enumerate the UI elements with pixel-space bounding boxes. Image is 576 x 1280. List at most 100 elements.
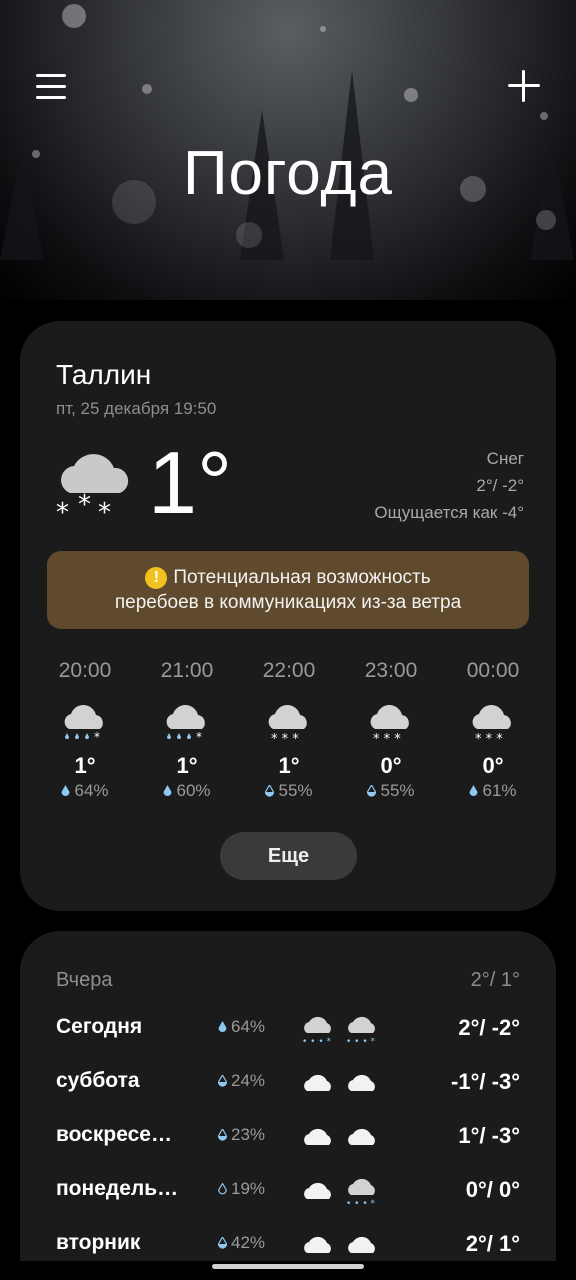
day-precipitation: 24% bbox=[218, 1071, 265, 1091]
day-temp: 2°/ -2° bbox=[458, 1015, 520, 1040]
svg-text:• • • *: • • • * bbox=[346, 1037, 376, 1045]
svg-text:*: * bbox=[56, 498, 69, 525]
snowflake-bokeh bbox=[142, 84, 152, 94]
day-name: понедель… bbox=[56, 1177, 179, 1200]
cloud-snow-icon: * * * bbox=[442, 689, 544, 747]
day-precipitation: 64% bbox=[218, 1017, 265, 1037]
city-name: Таллин bbox=[56, 359, 152, 390]
day-temp: 1°/ -3° bbox=[458, 1123, 520, 1148]
day-name: суббота bbox=[56, 1069, 140, 1092]
raindrop-icon bbox=[218, 1021, 227, 1032]
cloud-icon bbox=[344, 1121, 380, 1158]
raindrop-outline-icon bbox=[218, 1183, 227, 1195]
day-precipitation: 23% bbox=[218, 1125, 265, 1145]
hour-time: 20:00 bbox=[58, 659, 112, 682]
feels-like: Ощущается как -4° bbox=[374, 503, 524, 522]
svg-text:• • • *: • • • * bbox=[346, 1199, 376, 1207]
cloud-snow-rain-icon: • • • * bbox=[344, 1175, 380, 1212]
cloud-icon bbox=[300, 1121, 336, 1158]
hour-precipitation: 61% bbox=[442, 781, 544, 801]
cloud-snow-rain-icon: • • • * bbox=[344, 1013, 380, 1050]
weather-alert-banner[interactable]: ! Потенциальная возможность перебоев в ко… bbox=[47, 551, 529, 629]
menu-button[interactable] bbox=[36, 72, 66, 102]
raindrop-half-icon bbox=[218, 1075, 227, 1087]
cloud-snow-icon: * * * bbox=[52, 449, 138, 530]
hour-time: 21:00 bbox=[160, 659, 214, 682]
day-name: вторник bbox=[56, 1231, 141, 1254]
daily-forecast-card: Вчера 2°/ 1° Сегодня 64% • • • * • • • *… bbox=[20, 931, 556, 1261]
hour-pop-value: 64% bbox=[74, 781, 109, 800]
hour-temp: 1° bbox=[176, 753, 198, 778]
day-row[interactable]: понедель… 19% • • • * 0°/ 0° bbox=[20, 1165, 556, 1219]
cloud-icon bbox=[300, 1175, 336, 1212]
home-gesture-bar[interactable] bbox=[212, 1264, 364, 1269]
day-temp: 2°/ 1° bbox=[465, 1231, 520, 1256]
hour-time: 00:00 bbox=[466, 659, 520, 682]
day-row[interactable]: воскресе… 23% 1°/ -3° bbox=[20, 1111, 556, 1165]
day-pop-value: 64% bbox=[231, 1017, 266, 1036]
current-temperature: 1° bbox=[148, 433, 233, 532]
day-temp: -1°/ -3° bbox=[451, 1069, 520, 1094]
hourly-forecast: 20:00 * 1° 64% 21:00 * 1° 60% 22:00 * * … bbox=[34, 659, 544, 801]
condition-text: Снег bbox=[486, 449, 524, 468]
hourly-item: 21:00 * 1° 60% bbox=[136, 659, 238, 801]
cloud-snow-rain-icon: * bbox=[136, 689, 238, 747]
day-row[interactable]: вторник 42% 2°/ 1° bbox=[20, 1219, 556, 1261]
current-weather-card[interactable]: Таллин пт, 25 декабря 19:50 * * * 1° Сне… bbox=[20, 321, 556, 911]
hour-temp: 1° bbox=[278, 753, 300, 778]
day-precipitation: 19% bbox=[218, 1179, 265, 1199]
hour-temp: 0° bbox=[380, 753, 402, 778]
app-title: Погода bbox=[182, 139, 394, 208]
high-low-temp: 2°/ -2° bbox=[476, 476, 524, 495]
hour-time: 23:00 bbox=[364, 659, 418, 682]
yesterday-temp: 2°/ 1° bbox=[470, 969, 520, 991]
raindrop-half-icon bbox=[265, 785, 275, 797]
snowflake-bokeh bbox=[540, 112, 548, 120]
hour-precipitation: 60% bbox=[136, 781, 238, 801]
day-name: Сегодня bbox=[56, 1015, 143, 1038]
snowflake-bokeh bbox=[404, 88, 418, 102]
hour-temp: 0° bbox=[482, 753, 504, 778]
svg-text:*: * bbox=[98, 498, 111, 525]
hour-precipitation: 64% bbox=[34, 781, 136, 801]
yesterday-label: Вчера bbox=[56, 969, 113, 991]
day-row[interactable]: суббота 24% -1°/ -3° bbox=[20, 1057, 556, 1111]
hourly-item: 22:00 * * * 1° 55% bbox=[238, 659, 340, 801]
day-row[interactable]: Сегодня 64% • • • * • • • * 2°/ -2° bbox=[20, 1003, 556, 1057]
alert-line-2: перебоев в коммуникациях из-за ветра bbox=[114, 592, 462, 613]
alert-line-1: Потенциальная возможность bbox=[173, 567, 431, 588]
day-name: воскресе… bbox=[56, 1123, 172, 1146]
hamburger-menu-line bbox=[36, 96, 66, 99]
hour-temp: 1° bbox=[74, 753, 96, 778]
day-pop-value: 24% bbox=[231, 1071, 266, 1090]
hour-pop-value: 61% bbox=[482, 781, 517, 800]
cloud-snow-rain-icon: • • • * bbox=[300, 1013, 336, 1050]
cloud-snow-icon: * * * bbox=[238, 689, 340, 747]
day-pop-value: 42% bbox=[231, 1233, 266, 1252]
current-datetime: пт, 25 декабря 19:50 bbox=[56, 399, 217, 418]
cloud-icon bbox=[300, 1229, 336, 1261]
warning-icon: ! bbox=[145, 567, 168, 589]
snowflake-bokeh bbox=[536, 210, 556, 230]
hamburger-menu-line bbox=[36, 85, 66, 88]
snowflake-bokeh bbox=[62, 4, 86, 28]
hour-precipitation: 55% bbox=[238, 781, 340, 801]
hour-pop-value: 60% bbox=[176, 781, 211, 800]
raindrop-half-icon bbox=[218, 1129, 227, 1141]
hour-time: 22:00 bbox=[262, 659, 316, 682]
cloud-snow-rain-icon: * bbox=[34, 689, 136, 747]
cloud-icon bbox=[344, 1067, 380, 1104]
svg-text:*: * bbox=[196, 730, 202, 743]
raindrop-icon bbox=[469, 785, 478, 796]
svg-text:*: * bbox=[94, 730, 100, 743]
hour-pop-value: 55% bbox=[380, 781, 415, 800]
add-location-button[interactable] bbox=[506, 68, 542, 104]
raindrop-half-icon bbox=[367, 785, 377, 797]
snowflake-bokeh bbox=[320, 26, 326, 32]
hourly-item: 00:00 * * * 0° 61% bbox=[442, 659, 544, 801]
more-button[interactable]: Еще bbox=[220, 832, 357, 880]
raindrop-half-icon bbox=[218, 1237, 227, 1249]
cloud-snow-icon: * * * bbox=[340, 689, 442, 747]
raindrop-icon bbox=[61, 785, 70, 796]
cloud-icon bbox=[344, 1229, 380, 1261]
